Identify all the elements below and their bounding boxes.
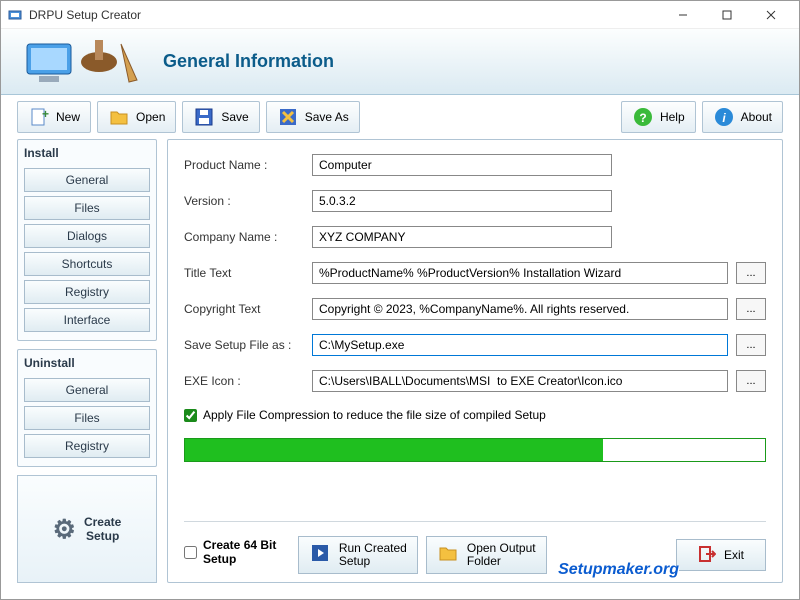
version-label: Version : (184, 194, 304, 208)
compress-checkbox[interactable] (184, 409, 197, 422)
new-icon: + (28, 106, 50, 128)
uninstall-group-title: Uninstall (24, 354, 150, 374)
watermark-text: Setupmaker.org (558, 561, 679, 579)
compress-label: Apply File Compression to reduce the fil… (203, 408, 546, 422)
company-input[interactable] (312, 226, 612, 248)
saveas-icon (277, 106, 299, 128)
copyright-label: Copyright Text (184, 302, 304, 316)
copyright-input[interactable] (312, 298, 728, 320)
savefile-input[interactable] (312, 334, 728, 356)
copyright-browse-button[interactable]: ... (736, 298, 766, 320)
toolbar: + New Open Save Save As ? Help i About (1, 95, 799, 139)
gear-icon: ⚙ (53, 514, 76, 545)
saveas-button[interactable]: Save As (266, 101, 360, 133)
about-button[interactable]: i About (702, 101, 783, 133)
sidebar-install-interface[interactable]: Interface (24, 308, 150, 332)
sidebar-install-registry[interactable]: Registry (24, 280, 150, 304)
product-name-label: Product Name : (184, 158, 304, 172)
progress-bar (184, 438, 766, 462)
progress-fill (185, 439, 603, 461)
sidebar-install-files[interactable]: Files (24, 196, 150, 220)
banner-logo (21, 34, 151, 90)
app-icon (7, 7, 23, 23)
main-area: Install General Files Dialogs Shortcuts … (1, 139, 799, 589)
close-button[interactable] (749, 1, 793, 29)
create64-checkbox[interactable] (184, 546, 197, 559)
form-panel: Product Name : Version : Company Name : … (167, 139, 783, 583)
exit-button[interactable]: Exit (676, 539, 766, 571)
create-setup-button[interactable]: ⚙ Create Setup (17, 475, 157, 583)
uninstall-group: Uninstall General Files Registry (17, 349, 157, 467)
open-button[interactable]: Open (97, 101, 176, 133)
sidebar: Install General Files Dialogs Shortcuts … (17, 139, 157, 583)
company-label: Company Name : (184, 230, 304, 244)
savefile-browse-button[interactable]: ... (736, 334, 766, 356)
svg-text:?: ? (639, 111, 646, 125)
svg-text:+: + (42, 107, 49, 121)
sidebar-install-shortcuts[interactable]: Shortcuts (24, 252, 150, 276)
window-title: DRPU Setup Creator (29, 8, 661, 22)
save-icon (193, 106, 215, 128)
product-name-input[interactable] (312, 154, 612, 176)
run-icon (309, 542, 331, 567)
page-title: General Information (163, 51, 334, 72)
install-group-title: Install (24, 144, 150, 164)
save-button[interactable]: Save (182, 101, 259, 133)
exeicon-browse-button[interactable]: ... (736, 370, 766, 392)
run-created-setup-button[interactable]: Run Created Setup (298, 536, 418, 574)
folder-open-icon (437, 542, 459, 567)
titlebar: DRPU Setup Creator (1, 1, 799, 29)
banner: General Information (1, 29, 799, 95)
maximize-button[interactable] (705, 1, 749, 29)
folder-icon (108, 106, 130, 128)
version-input[interactable] (312, 190, 612, 212)
sidebar-install-dialogs[interactable]: Dialogs (24, 224, 150, 248)
sidebar-uninstall-general[interactable]: General (24, 378, 150, 402)
exeicon-label: EXE Icon : (184, 374, 304, 388)
new-button[interactable]: + New (17, 101, 91, 133)
help-button[interactable]: ? Help (621, 101, 696, 133)
sidebar-uninstall-registry[interactable]: Registry (24, 434, 150, 458)
open-output-folder-button[interactable]: Open Output Folder (426, 536, 547, 574)
title-text-label: Title Text (184, 266, 304, 280)
savefile-label: Save Setup File as : (184, 338, 304, 352)
install-group: Install General Files Dialogs Shortcuts … (17, 139, 157, 341)
help-icon: ? (632, 106, 654, 128)
sidebar-install-general[interactable]: General (24, 168, 150, 192)
create64-label: Create 64 Bit Setup (203, 538, 288, 566)
sidebar-uninstall-files[interactable]: Files (24, 406, 150, 430)
exit-icon (698, 545, 716, 566)
info-icon: i (713, 106, 735, 128)
exeicon-input[interactable] (312, 370, 728, 392)
title-text-input[interactable] (312, 262, 728, 284)
title-browse-button[interactable]: ... (736, 262, 766, 284)
minimize-button[interactable] (661, 1, 705, 29)
